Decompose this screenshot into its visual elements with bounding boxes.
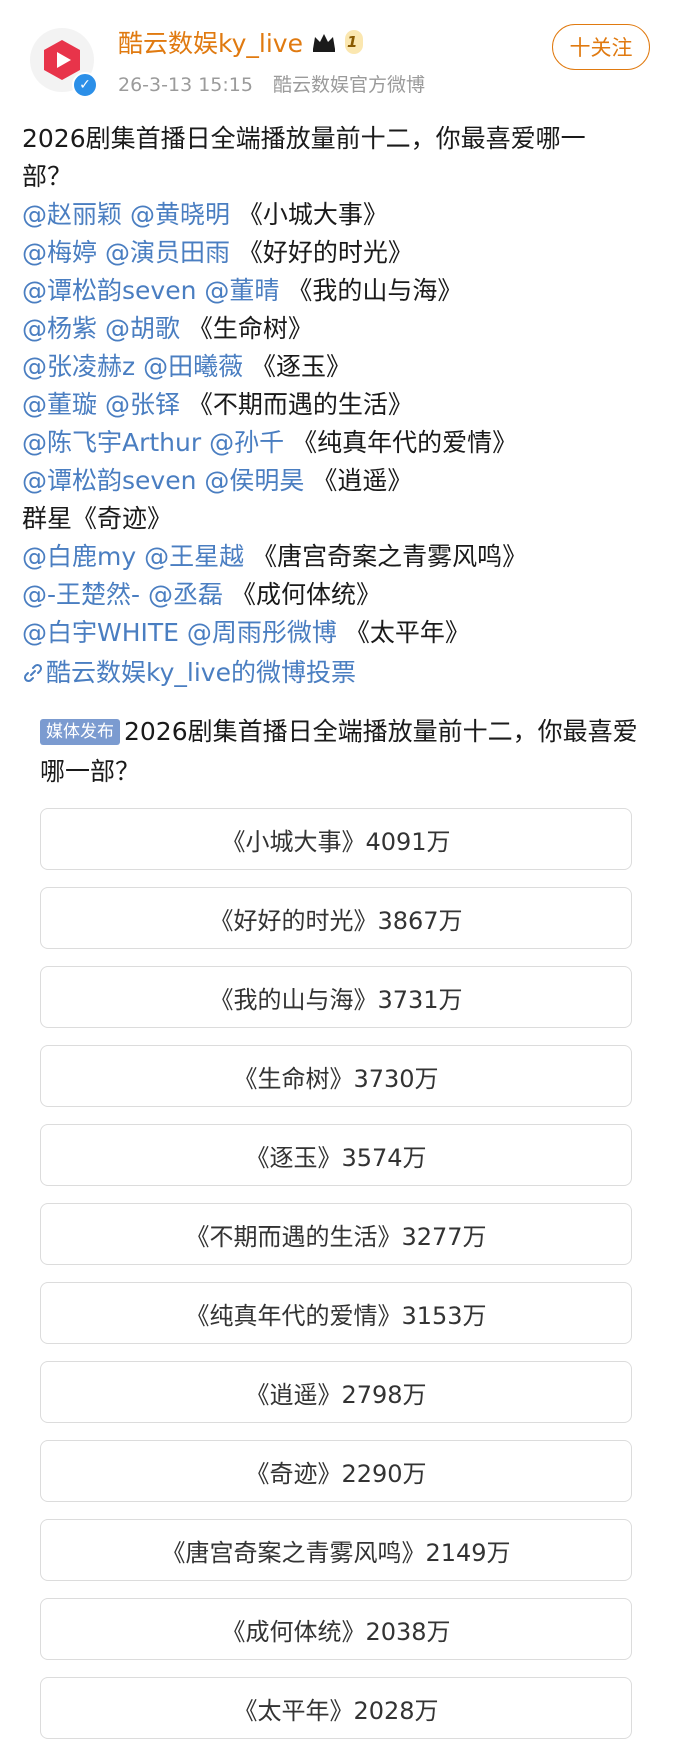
poll-option[interactable]: 《我的山与海》3731万: [40, 966, 632, 1028]
post-text: [135, 352, 143, 381]
mention-link[interactable]: @梅婷: [22, 238, 97, 267]
post-meta: 26-3-13 15:15 酷云数娱官方微博: [118, 70, 425, 97]
mention-link[interactable]: @张铎: [105, 390, 180, 419]
poll-option[interactable]: 《逍遥》2798万: [40, 1361, 632, 1423]
poll-option[interactable]: 《小城大事》4091万: [40, 808, 632, 870]
mention-link[interactable]: @侯明昊: [204, 466, 304, 495]
post-text: 《太平年》: [336, 618, 470, 647]
mention-link[interactable]: @谭松韵seven: [22, 466, 196, 495]
post-line: 2026剧集首播日全端播放量前十二，你最喜爱哪一: [22, 124, 586, 153]
post-source: 酷云数娱官方微博: [273, 74, 426, 96]
timestamp: 26-3-13 15:15: [118, 74, 253, 96]
follow-label: 十关注: [569, 36, 633, 60]
vip-badge: 1: [344, 30, 364, 54]
mention-link[interactable]: @赵丽颖: [22, 200, 122, 229]
poll-option[interactable]: 《好好的时光》3867万: [40, 887, 632, 949]
post-text: [97, 238, 105, 267]
post-text: 《成何体统》: [223, 580, 381, 609]
user-name[interactable]: 酷云数娱ky_live 1: [118, 24, 364, 60]
mention-link[interactable]: @丞磊: [148, 580, 223, 609]
crown-icon: [312, 34, 335, 52]
poll-title: 媒体发布 2026剧集首播日全端播放量前十二，你最喜爱哪一部？: [40, 712, 640, 792]
mention-link[interactable]: @演员田雨: [105, 238, 230, 267]
mention-link[interactable]: @胡歌: [105, 314, 180, 343]
mention-link[interactable]: @黄晓明: [130, 200, 230, 229]
poll-title-text: 2026剧集首播日全端播放量前十二，你最喜爱哪一部？: [40, 717, 638, 786]
mention-link[interactable]: @董璇: [22, 390, 97, 419]
post-line[interactable]: @杨紫 @胡歌 《生命树》: [22, 310, 652, 348]
poll-option[interactable]: 《逐玉》3574万: [40, 1124, 632, 1186]
poll-option[interactable]: 《生命树》3730万: [40, 1045, 632, 1107]
post-text: 《小城大事》: [229, 200, 388, 229]
mention-link[interactable]: @白宇WHITE: [22, 618, 179, 647]
post-line[interactable]: @白宇WHITE @周雨彤微博 《太平年》: [22, 614, 652, 652]
post-text: [136, 542, 144, 571]
post-line[interactable]: @梅婷 @演员田雨 《好好的时光》: [22, 234, 652, 272]
mention-link[interactable]: @白鹿my: [22, 542, 136, 571]
post-text: [97, 314, 105, 343]
poll-option[interactable]: 《成何体统》2038万: [40, 1598, 632, 1660]
follow-button[interactable]: 十关注: [552, 24, 650, 70]
vote-link[interactable]: 酷云数娱ky_live的微博投票: [22, 654, 652, 692]
post-text: 《生命树》: [179, 314, 313, 343]
mention-link[interactable]: @周雨彤微博: [187, 618, 337, 647]
post-line[interactable]: @谭松韵seven @侯明昊 《逍遥》: [22, 462, 652, 500]
post-text: [179, 618, 187, 647]
post-line: 部？: [22, 162, 73, 191]
post-text: [97, 390, 105, 419]
mention-link[interactable]: @杨紫: [22, 314, 97, 343]
poll-option[interactable]: 《不期而遇的生活》3277万: [40, 1203, 632, 1265]
post-line[interactable]: @谭松韵seven @董晴 《我的山与海》: [22, 272, 652, 310]
post-line[interactable]: @董璇 @张铎 《不期而遇的生活》: [22, 386, 652, 424]
post-line[interactable]: @陈飞宇Arthur @孙千 《纯真年代的爱情》: [22, 424, 652, 462]
poll-option[interactable]: 《太平年》2028万: [40, 1677, 632, 1739]
post-text: 《逍遥》: [304, 466, 413, 495]
post-body: 2026剧集首播日全端播放量前十二，你最喜爱哪一 部？ @赵丽颖 @黄晓明 《小…: [22, 120, 652, 692]
user-name-text: 酷云数娱ky_live: [118, 29, 303, 58]
mention-link[interactable]: @-王楚然-: [22, 580, 140, 609]
mention-link[interactable]: @王星越: [144, 542, 244, 571]
poll-option[interactable]: 《纯真年代的爱情》3153万: [40, 1282, 632, 1344]
post-line[interactable]: @白鹿my @王星越 《唐宫奇案之青雾风鸣》: [22, 538, 652, 576]
post-line: 群星《奇迹》: [22, 504, 173, 533]
poll-options: 《小城大事》4091万 《好好的时光》3867万 《我的山与海》3731万 《生…: [40, 808, 632, 1756]
post-text: [140, 580, 148, 609]
mention-link[interactable]: @孙千: [209, 428, 284, 457]
post-text: 《我的山与海》: [279, 276, 463, 305]
vote-link-text: 酷云数娱ky_live的微博投票: [46, 658, 356, 687]
mention-link[interactable]: @陈飞宇Arthur: [22, 428, 201, 457]
post-text: 《逐玉》: [243, 352, 352, 381]
post-text: [122, 200, 130, 229]
post-text: [201, 428, 209, 457]
post-text: 《唐宫奇案之青雾风鸣》: [244, 542, 528, 571]
vip-level: 1: [346, 33, 358, 51]
poll-option[interactable]: 《奇迹》2290万: [40, 1440, 632, 1502]
mention-link[interactable]: @谭松韵seven: [22, 276, 196, 305]
mention-link[interactable]: @张凌赫z: [22, 352, 135, 381]
mention-link[interactable]: @田曦薇: [143, 352, 243, 381]
post-line[interactable]: @张凌赫z @田曦薇 《逐玉》: [22, 348, 652, 386]
post-line[interactable]: @-王楚然- @丞磊 《成何体统》: [22, 576, 652, 614]
link-icon: [23, 663, 43, 683]
poll-option[interactable]: 《唐宫奇案之青雾风鸣》2149万: [40, 1519, 632, 1581]
post-text: 《不期而遇的生活》: [179, 390, 413, 419]
post-header: ✓ 酷云数娱ky_live 1 26-3-13 15:15 酷云数娱官方微博 十…: [0, 0, 673, 110]
post-text: 《好好的时光》: [229, 238, 413, 267]
post-text: 《纯真年代的爱情》: [284, 428, 518, 457]
post-line[interactable]: @赵丽颖 @黄晓明 《小城大事》: [22, 196, 652, 234]
verified-icon: ✓: [72, 72, 98, 98]
mention-link[interactable]: @董晴: [204, 276, 279, 305]
media-badge: 媒体发布: [40, 719, 120, 745]
